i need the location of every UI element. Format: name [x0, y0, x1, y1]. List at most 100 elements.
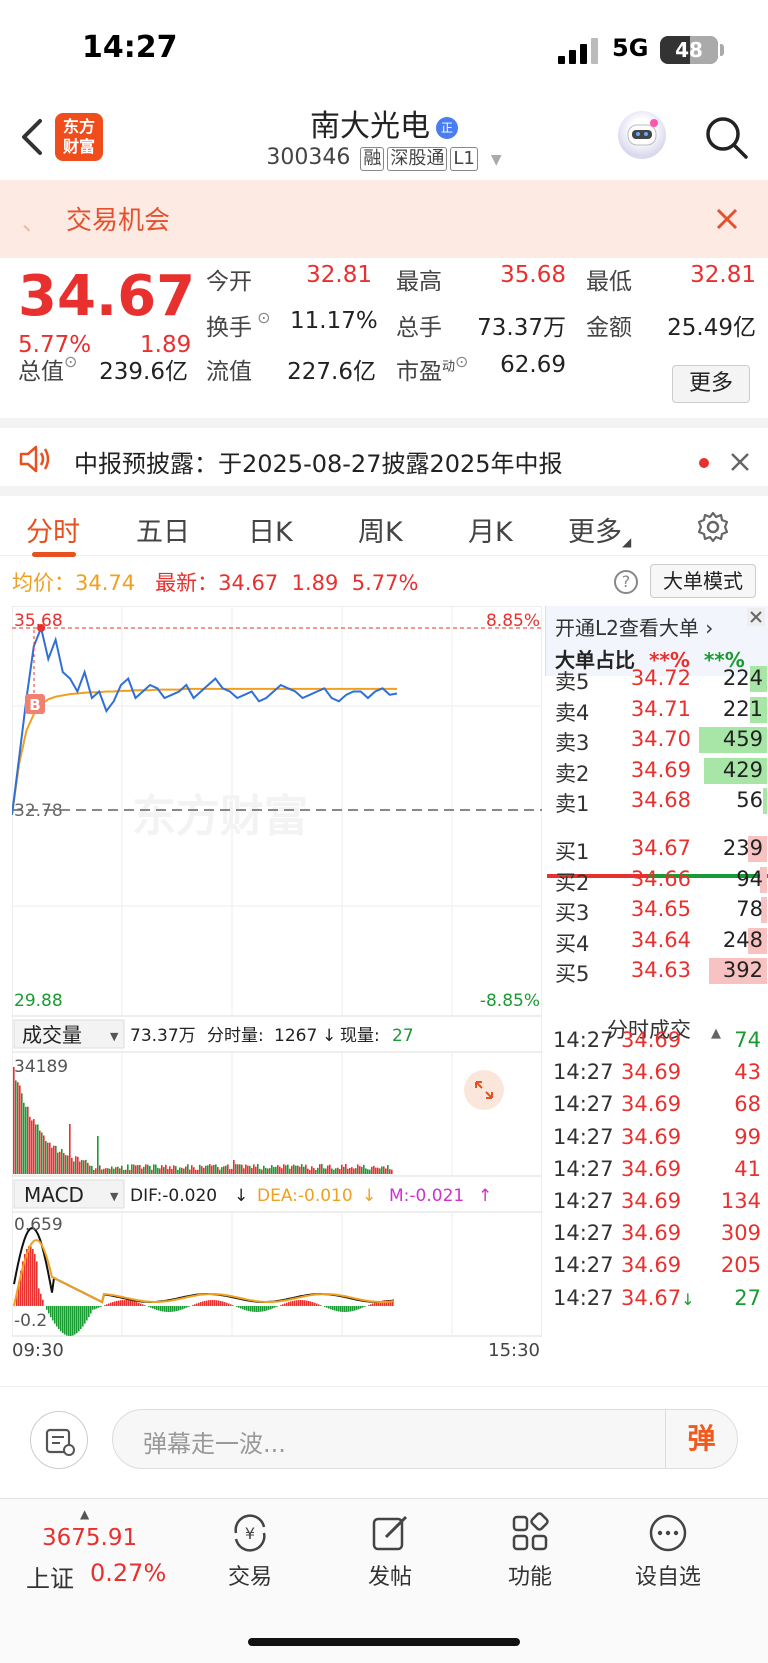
volume-bar — [291, 1166, 293, 1174]
macd-bar — [206, 1301, 208, 1306]
ask-row[interactable]: 卖5 34.72 224 — [555, 664, 767, 694]
bid-row[interactable]: 买1 34.67 239 — [555, 834, 767, 864]
stock-header: 东方 财富 南大光电正 300346 融深股通 L1 ▼ — [0, 95, 768, 180]
macd-bar — [224, 1302, 226, 1306]
bid-row[interactable]: 买5 34.63 392 — [555, 956, 767, 986]
expand-icon[interactable] — [464, 1070, 504, 1110]
ask-label: 卖1 — [555, 788, 589, 818]
help-icon[interactable]: ? — [614, 570, 638, 594]
assistant-robot-icon[interactable] — [618, 111, 666, 159]
nav-add-watchlist[interactable]: 设自选 — [618, 1511, 718, 1591]
volume-bar — [41, 1132, 43, 1174]
search-icon[interactable] — [702, 113, 750, 161]
volume-bar — [343, 1167, 345, 1174]
volume-bar — [141, 1169, 143, 1174]
volume-bar — [43, 1135, 45, 1174]
tab-weekly-k[interactable]: 周K — [358, 510, 403, 549]
svg-text:B: B — [29, 696, 40, 714]
macd-bar — [256, 1306, 258, 1312]
volume-value: 73.37万 — [466, 308, 566, 342]
bid-row[interactable]: 买3 34.65 78 — [555, 895, 767, 925]
ask-row[interactable]: 卖3 34.70 459 — [555, 725, 767, 755]
volume-bar — [375, 1168, 377, 1174]
tab-daily-k[interactable]: 日K — [248, 510, 293, 549]
float-label: 流值 — [206, 352, 252, 386]
volume-bar — [193, 1167, 195, 1174]
volume-bar — [373, 1166, 375, 1174]
nav-trade[interactable]: ¥ 交易 — [200, 1511, 300, 1591]
trade-price: 34.69 — [621, 1221, 681, 1245]
bid-price: 34.63 — [605, 958, 691, 982]
macd-bar — [174, 1306, 176, 1311]
macd-bar — [164, 1306, 166, 1312]
bid-price: 34.66 — [605, 867, 691, 891]
volume-bar — [33, 1119, 35, 1174]
macd-bar — [196, 1303, 198, 1306]
nav-post[interactable]: 发帖 — [340, 1511, 440, 1591]
volume-bar — [337, 1168, 339, 1174]
tab-more[interactable]: 更多◢ — [568, 510, 631, 549]
volume-bar — [293, 1165, 295, 1174]
tab-five-day[interactable]: 五日 — [136, 510, 190, 549]
volume-bar — [145, 1164, 147, 1174]
volume-bar — [61, 1149, 63, 1174]
info-icon[interactable]: ⊙ — [252, 308, 271, 327]
macd-bar — [250, 1306, 252, 1311]
close-icon[interactable] — [728, 450, 752, 474]
bid-row[interactable]: 买2 34.66 94 — [555, 865, 767, 895]
trade-time: 14:27 — [553, 1221, 614, 1245]
bid-row[interactable]: 买4 34.64 248 — [555, 926, 767, 956]
tab-monthly-k[interactable]: 月K — [468, 510, 513, 549]
trade-opportunity-banner[interactable]: 、 交易机会 — [0, 180, 768, 258]
gear-icon[interactable] — [696, 510, 730, 544]
danmu-send-button[interactable]: 弹 — [665, 1410, 737, 1468]
nav-functions[interactable]: 功能 — [480, 1511, 580, 1591]
macd-bar — [328, 1306, 330, 1309]
trade-row: 14:27 34.69 205 — [553, 1251, 767, 1283]
volume-bar — [301, 1164, 303, 1174]
volume-bar — [279, 1167, 281, 1174]
macd-bar — [306, 1301, 308, 1306]
volume-bar — [127, 1164, 129, 1174]
volume-bar — [231, 1169, 233, 1174]
close-icon[interactable] — [712, 204, 742, 234]
intraday-chart[interactable]: 东方财富 35.68 32.78 29.88 8.85% -8.85% B 成交… — [12, 606, 542, 1386]
info-icon[interactable]: ⊙ — [64, 352, 77, 371]
macd-bar — [326, 1306, 328, 1308]
volume-bar — [29, 1117, 31, 1174]
bid-price: 34.67 — [605, 836, 691, 860]
danmu-input[interactable]: 弹幕走一波... 弹 — [112, 1409, 738, 1469]
watermark: 东方财富 — [132, 791, 308, 842]
volume-bar — [47, 1143, 49, 1174]
volume-bar — [317, 1168, 319, 1174]
volume-bar — [129, 1170, 131, 1174]
tab-intraday[interactable]: 分时 — [26, 510, 80, 549]
amount-value: 25.49亿 — [650, 308, 756, 342]
ask-row[interactable]: 卖4 34.71 221 — [555, 695, 767, 725]
macd-bar — [116, 1301, 118, 1306]
macd-bar — [158, 1306, 160, 1311]
danmu-settings-icon[interactable] — [30, 1411, 88, 1469]
macd-bar — [212, 1300, 214, 1306]
ask-row[interactable]: 卖2 34.69 429 — [555, 756, 767, 786]
y-ref-label: 32.78 — [14, 801, 63, 821]
macd-bar — [346, 1306, 348, 1312]
volume-bar — [313, 1168, 315, 1174]
ask-row[interactable]: 卖1 34.68 56 — [555, 786, 767, 816]
volume-bar — [325, 1169, 327, 1174]
volume-bar — [221, 1167, 223, 1174]
big-order-mode-button[interactable]: 大单模式 — [650, 564, 756, 598]
close-icon[interactable] — [747, 608, 765, 626]
volume-bar — [241, 1165, 243, 1174]
bid-volume: 239 — [723, 836, 763, 860]
caret-up-icon: ▲ — [80, 1507, 89, 1521]
macd-bar — [194, 1304, 196, 1306]
volume-bar — [173, 1165, 175, 1174]
ask-label: 卖2 — [555, 758, 589, 788]
macd-bar — [110, 1303, 112, 1306]
notice-bar[interactable]: 中报预披露：于2025-08-27披露2025年中报 — [0, 418, 768, 486]
info-icon[interactable]: ⊙ — [455, 352, 468, 371]
volume-bar — [163, 1167, 165, 1174]
l2-promo-link[interactable]: 开通L2查看大单 › — [555, 612, 713, 641]
more-button[interactable]: 更多 — [672, 365, 750, 403]
